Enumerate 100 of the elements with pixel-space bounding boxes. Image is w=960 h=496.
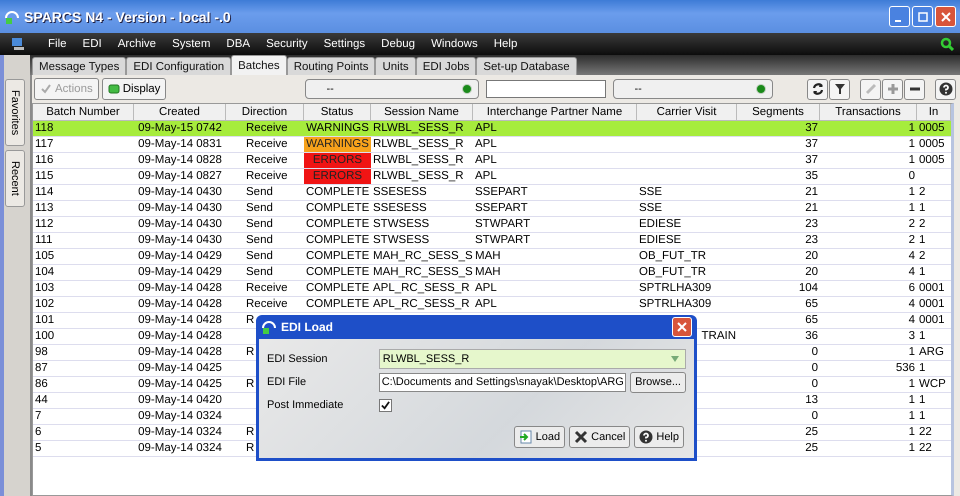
search-icon[interactable] <box>940 37 954 51</box>
table-cell: 09-May-14 0428 <box>138 298 222 310</box>
status-cell: ERRORS <box>304 169 371 184</box>
table-cell: Receive <box>246 122 288 134</box>
table-cell: 1 <box>908 426 915 438</box>
table-cell: 65 <box>805 298 818 310</box>
tab[interactable]: EDI Jobs <box>416 57 476 75</box>
filter-dropdown[interactable]: -- <box>613 79 774 99</box>
filter-button[interactable] <box>829 78 850 100</box>
table-cell: 104 <box>35 266 54 278</box>
tab[interactable]: Batches <box>231 55 287 75</box>
search-field[interactable] <box>486 80 606 98</box>
help-button[interactable] <box>935 78 956 100</box>
display-button[interactable]: Display <box>102 78 166 100</box>
table-row[interactable]: 112 09-May-14 0430 Send COMPLETE STWSESS STWPART EDIESE 23 2 2 <box>33 217 951 233</box>
table-cell: 1 <box>908 154 915 166</box>
table-row[interactable]: 111 09-May-14 0430 Send COMPLETE STWSESS STWPART EDIESE 23 2 1 <box>33 233 951 249</box>
load-button[interactable]: Load <box>514 426 566 448</box>
menu-item[interactable]: System <box>172 38 210 50</box>
table-cell: 22 <box>919 442 932 454</box>
table-cell: SSE <box>639 202 662 214</box>
table-cell: 09-May-14 0430 <box>138 218 222 230</box>
table-cell: 09-May-14 0828 <box>138 154 222 166</box>
table-row[interactable]: 104 09-May-14 0429 Send COMPLETE MAH_RC_SESS_S MAH OB_FUT_TR 20 4 1 <box>33 265 951 281</box>
minimize-button[interactable] <box>889 6 910 27</box>
table-cell: 1 <box>919 234 926 246</box>
table-cell: 1 <box>908 138 915 150</box>
table-row[interactable]: 113 09-May-14 0430 Send COMPLETE SSESESS SSEPART SSE 21 1 1 <box>33 201 951 217</box>
tab[interactable]: EDI Configuration <box>126 57 232 75</box>
close-button[interactable] <box>935 6 956 27</box>
tab[interactable]: Routing Points <box>286 57 376 75</box>
table-cell: SPTRLHA309 <box>639 282 712 294</box>
filter-dropdown[interactable]: -- <box>305 79 480 99</box>
close-button[interactable] <box>672 317 692 337</box>
menu-item[interactable]: Settings <box>324 38 366 50</box>
file-path-field[interactable]: C:\Documents and Settings\snayak\Desktop\ARG <box>378 372 626 392</box>
table-row[interactable]: 116 09-May-14 0828 Receive ERRORS RLWBL_SESS_R APL 37 1 0005 <box>33 153 951 169</box>
table-cell: 09-May-14 0430 <box>138 186 222 198</box>
table-row[interactable]: 117 09-May-14 0831 Receive WARNINGS RLWBL_SESS_R APL 37 1 0005 <box>33 137 951 153</box>
table-cell: 37 <box>805 138 818 150</box>
table-cell: Send <box>246 202 273 214</box>
table-cell: 09-May-14 0425 <box>138 378 222 390</box>
browse-button[interactable]: Browse... <box>630 372 686 392</box>
table-cell: 5 <box>35 442 42 454</box>
menu-item[interactable]: EDI <box>82 38 102 50</box>
table-cell: 101 <box>35 314 54 326</box>
app-logo-icon <box>261 319 277 335</box>
table-cell: Receive <box>246 298 288 310</box>
table-row[interactable]: 115 09-May-14 0827 Receive ERRORS RLWBL_SESS_R APL 35 0 <box>33 169 951 185</box>
table-cell: R <box>246 378 254 390</box>
checkbox[interactable] <box>379 398 392 412</box>
table-row[interactable]: 114 09-May-14 0430 Send COMPLETE SSESESS SSEPART SSE 21 1 2 <box>33 185 951 201</box>
refresh-button[interactable] <box>807 78 828 100</box>
check-icon <box>40 83 52 95</box>
table-cell: 4 <box>908 266 915 278</box>
table-cell: 6 <box>908 282 915 294</box>
menu-item[interactable]: Security <box>266 38 308 50</box>
table-cell: COMPLETE <box>306 298 370 310</box>
table-cell: 116 <box>35 154 54 166</box>
table-row[interactable]: 103 09-May-14 0428 Receive COMPLETE APL_RC_SESS_R APL SPTRLHA309 104 6 0001 <box>33 281 951 297</box>
field-label: Post Immediate <box>267 399 344 411</box>
table-cell: 87 <box>35 362 48 374</box>
tab[interactable]: Set-up Database <box>476 57 577 75</box>
menu-item[interactable]: Windows <box>431 38 478 50</box>
table-row[interactable]: 118 09-May-15 0742 Receive WARNINGS RLWBL_SESS_R APL 37 1 0005 <box>33 121 951 137</box>
table-cell: 0001 <box>919 298 945 310</box>
menu-item[interactable]: Debug <box>381 38 416 50</box>
menu-item[interactable]: File <box>48 38 67 50</box>
help-button[interactable]: Help <box>634 426 684 448</box>
table-cell: 09-May-14 0827 <box>138 170 222 182</box>
plus-icon <box>886 82 900 96</box>
session-dropdown[interactable]: RLWBL_SESS_R <box>378 349 686 369</box>
table-cell: COMPLETE <box>306 282 370 294</box>
side-tab[interactable]: Recent <box>5 150 25 208</box>
tab[interactable]: Message Types <box>32 57 126 75</box>
table-cell: 09-May-14 0429 <box>138 266 222 278</box>
table-cell: COMPLETE <box>306 250 370 262</box>
display-icon <box>108 83 120 95</box>
table-cell: 1 <box>908 410 915 422</box>
menu-item[interactable]: Archive <box>118 38 156 50</box>
table-row[interactable]: 105 09-May-14 0429 Send COMPLETE MAH_RC_SESS_S MAH OB_FUT_TR 20 4 2 <box>33 249 951 265</box>
table-cell: 104 <box>798 282 818 294</box>
table-cell: 1 <box>919 410 926 422</box>
remove-button[interactable] <box>904 78 925 100</box>
menu-item[interactable]: Help <box>494 38 518 50</box>
filter-icon <box>832 82 846 96</box>
table-cell: 536 <box>896 362 915 374</box>
table-cell: APL_RC_SESS_R <box>373 298 470 310</box>
maximize-button[interactable] <box>912 6 933 27</box>
cancel-button[interactable]: Cancel <box>569 426 630 448</box>
tab[interactable]: Units <box>375 57 416 75</box>
table-cell: 23 <box>805 234 818 246</box>
menu-item[interactable]: DBA <box>226 38 250 50</box>
table-cell: R <box>246 346 254 358</box>
computer-icon[interactable] <box>10 36 26 52</box>
dialog-title: EDI Load <box>281 320 334 334</box>
table-cell: 65 <box>805 314 818 326</box>
table-cell: ARG <box>919 346 944 358</box>
side-tab[interactable]: Favorites <box>5 79 25 146</box>
table-row[interactable]: 102 09-May-14 0428 Receive COMPLETE APL_RC_SESS_R APL SPTRLHA309 65 4 0001 <box>33 297 951 313</box>
